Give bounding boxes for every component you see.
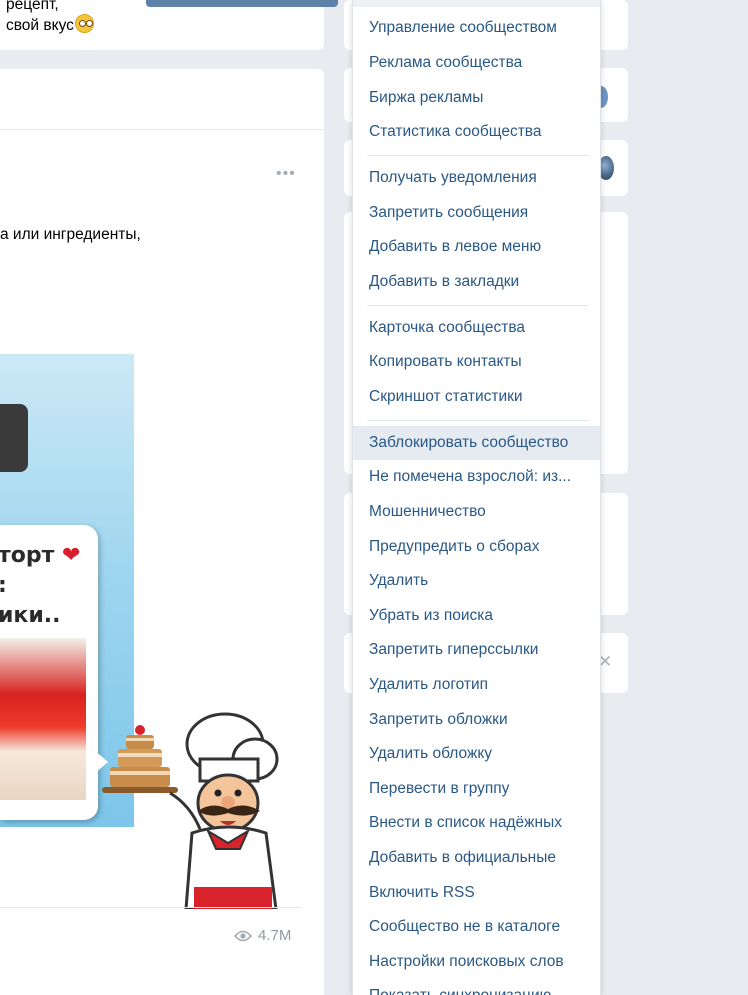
menu-item-add-left-menu[interactable]: Добавить в левое меню — [353, 230, 600, 264]
menu-divider — [367, 155, 588, 156]
menu-item-fraud[interactable]: Мошенничество — [353, 495, 600, 529]
previous-post-text-line2: свой вкус — [6, 14, 94, 35]
post-text: а или ингредиенты, — [0, 226, 141, 243]
chef-illustration — [102, 712, 279, 909]
menu-item-warn-fundraising[interactable]: Предупредить о сборах — [353, 530, 600, 564]
menu-item-community-card[interactable]: Карточка сообщества — [353, 311, 600, 345]
menu-item-add-official[interactable]: Добавить в официальные — [353, 841, 600, 875]
menu-item-not-adult[interactable]: Не помечена взрослой: из... — [353, 460, 600, 494]
menu-item-enable-rss[interactable]: Включить RSS — [353, 876, 600, 910]
bubble-text-line1-label: торт — [0, 543, 55, 568]
bubble-text-line1: торт ❤ — [0, 543, 80, 568]
previous-post-text-line2-label: свой вкус — [6, 17, 74, 34]
menu-item-get-notifications[interactable]: Получать уведомления — [353, 161, 600, 195]
menu-item-add-bookmarks[interactable]: Добавить в закладки — [353, 265, 600, 299]
more-dots-icon[interactable]: ••• — [276, 165, 296, 183]
bubble-text-line3: ики.. — [0, 603, 61, 628]
menu-item-community-stats[interactable]: Статистика сообщества — [353, 115, 600, 149]
community-actions-menu: Управление сообществом Реклама сообществ… — [352, 0, 601, 995]
menu-item-delete-logo[interactable]: Удалить логотип — [353, 668, 600, 702]
previous-post-text-line1: рецепт, — [6, 0, 59, 13]
menu-item-block-hyperlinks[interactable]: Запретить гиперссылки — [353, 633, 600, 667]
menu-item-community-ads[interactable]: Реклама сообщества — [353, 46, 600, 80]
image-speech-bubble: торт ❤ : ики.. — [0, 525, 108, 820]
menu-item-not-in-catalog[interactable]: Сообщество не в каталоге — [353, 910, 600, 944]
page: рецепт, свой вкус ••• а или ингредиенты,… — [0, 0, 748, 995]
flushed-emoji-icon — [74, 14, 94, 33]
views-counter: 4.7M — [234, 927, 291, 944]
heart-icon: ❤ — [62, 543, 81, 568]
divider — [0, 129, 324, 130]
menu-item-ad-exchange[interactable]: Биржа рекламы — [353, 81, 600, 115]
menu-item-remove-from-search[interactable]: Убрать из поиска — [353, 599, 600, 633]
menu-item-block-covers[interactable]: Запретить обложки — [353, 703, 600, 737]
menu-item-convert-to-group[interactable]: Перевести в группу — [353, 772, 600, 806]
cake-photo — [0, 638, 86, 800]
blue-button-edge[interactable] — [146, 0, 338, 7]
menu-divider — [367, 420, 588, 421]
menu-item-delete[interactable]: Удалить — [353, 564, 600, 598]
menu-item-block-messages[interactable]: Запретить сообщения — [353, 196, 600, 230]
menu-item-copy-contacts[interactable]: Копировать контакты — [353, 345, 600, 379]
menu-item-add-trusted[interactable]: Внести в список надёжных — [353, 806, 600, 840]
menu-item-delete-cover[interactable]: Удалить обложку — [353, 737, 600, 771]
menu-item-block-community[interactable]: Заблокировать сообщество — [353, 426, 600, 460]
bubble-text-line2: : — [0, 573, 7, 598]
menu-header-strip — [353, 0, 600, 7]
previous-post-card: рецепт, свой вкус — [0, 0, 324, 50]
menu-item-manage-community[interactable]: Управление сообществом — [353, 11, 600, 45]
eye-icon — [234, 930, 252, 941]
menu-item-stats-screenshot[interactable]: Скриншот статистики — [353, 380, 600, 414]
post-card: ••• а или ингредиенты, торт ❤ : ики.. — [0, 69, 324, 995]
menu-divider — [367, 305, 588, 306]
menu-item-show-sync[interactable]: Показать синхронизацию — [353, 979, 600, 995]
views-count: 4.7M — [258, 927, 292, 944]
image-dark-box — [0, 404, 28, 472]
menu-item-search-words[interactable]: Настройки поисковых слов — [353, 945, 600, 979]
divider — [0, 907, 300, 908]
